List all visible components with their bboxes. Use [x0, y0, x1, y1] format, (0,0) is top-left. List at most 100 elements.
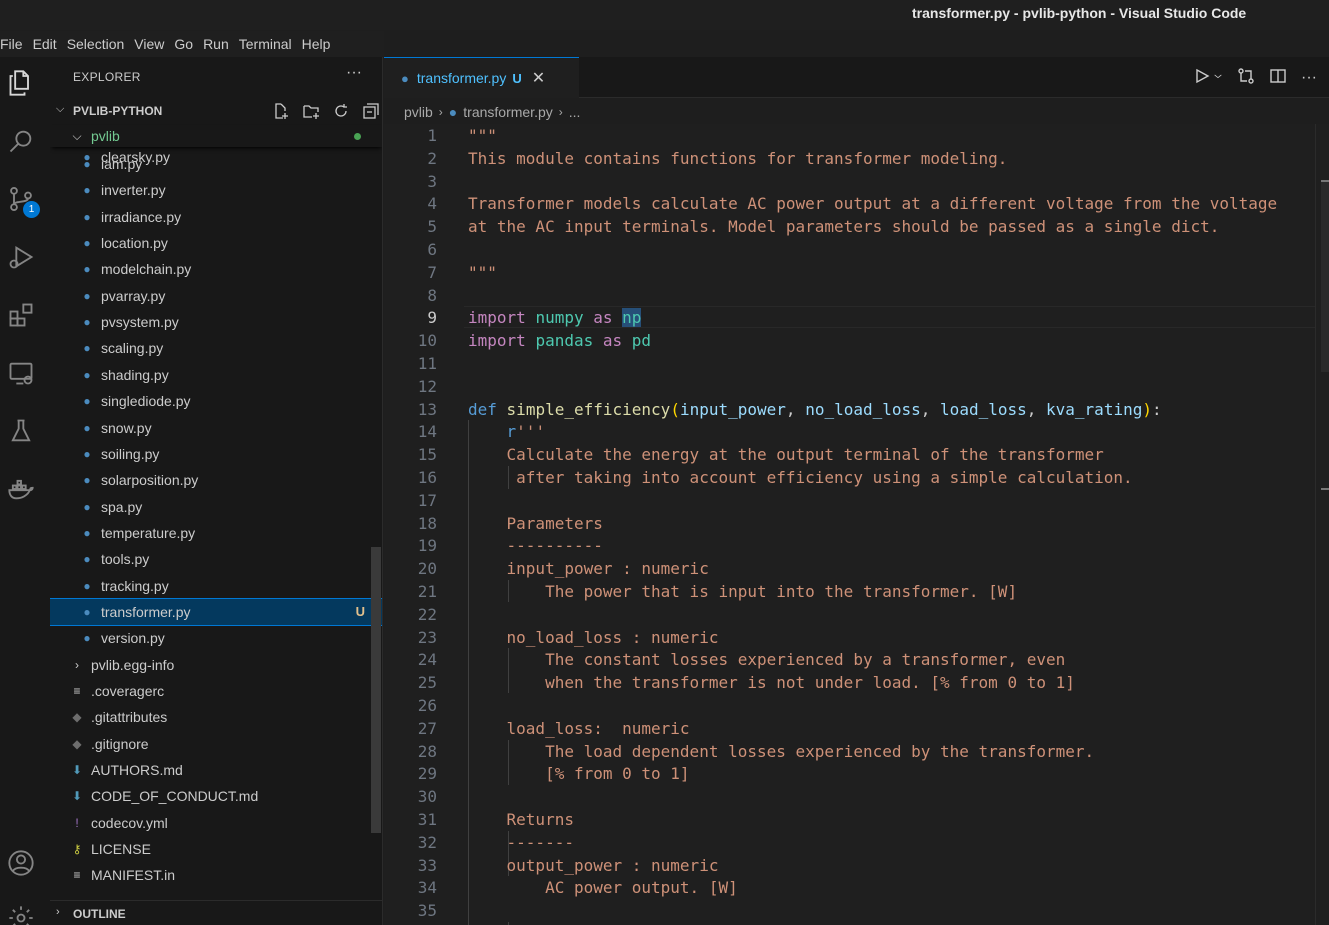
root-item-code-of-conduct-md[interactable]: ⬇ CODE_OF_CONDUCT.md	[50, 783, 382, 809]
docker-icon[interactable]	[5, 473, 37, 505]
menu-item-terminal[interactable]: Terminal	[239, 36, 292, 52]
menu-item-run[interactable]: Run	[203, 36, 229, 52]
code-line[interactable]: when the transformer is not under load. …	[468, 672, 1075, 695]
code-line[interactable]: import pandas as pd	[468, 330, 651, 353]
file-label: pvsystem.py	[101, 314, 179, 331]
menu-item-help[interactable]: Help	[302, 36, 331, 52]
code-line[interactable]: load_loss: numeric	[468, 718, 690, 741]
file-item-singlediode-py[interactable]: ● singlediode.py	[50, 388, 382, 414]
python-file-icon: ●	[83, 394, 91, 409]
file-item-location-py[interactable]: ● location.py	[50, 230, 382, 256]
root-item-authors-md[interactable]: ⬇ AUTHORS.md	[50, 757, 382, 783]
code-line[interactable]: r'''	[468, 421, 546, 444]
code-line[interactable]: no_load_loss : numeric	[468, 627, 719, 650]
root-item-license[interactable]: ⚷ LICENSE	[50, 836, 382, 862]
outline-section-header[interactable]: › OUTLINE	[50, 900, 382, 925]
code-line[interactable]: def simple_efficiency(input_power, no_lo…	[468, 399, 1162, 422]
breadcrumb-folder[interactable]: pvlib	[404, 104, 433, 120]
title-bar: transformer.py - pvlib-python - Visual S…	[0, 0, 1329, 30]
remote-explorer-icon[interactable]	[5, 357, 37, 389]
extensions-icon[interactable]	[5, 299, 37, 331]
file-item-modelchain-py[interactable]: ● modelchain.py	[50, 256, 382, 282]
file-item-transformer-py[interactable]: ● transformer.py U	[50, 597, 382, 626]
testing-icon[interactable]	[5, 415, 37, 447]
run-python-file-icon[interactable]	[1193, 67, 1211, 88]
file-label: LICENSE	[91, 841, 151, 858]
menu-item-selection[interactable]: Selection	[67, 36, 125, 52]
code-line[interactable]: -------	[468, 832, 574, 855]
project-section-header[interactable]: ⌵ PVLIB-PYTHON	[50, 102, 382, 124]
breadcrumb-symbol[interactable]: ...	[569, 104, 581, 120]
menu-item-go[interactable]: Go	[174, 36, 193, 52]
code-line[interactable]: import numpy as np	[468, 307, 642, 330]
code-line[interactable]: This module contains functions for trans…	[468, 148, 1007, 171]
code-line[interactable]: ----------	[468, 535, 603, 558]
code-line[interactable]: The constant losses experienced by a tra…	[468, 649, 1065, 672]
root-item-manifest-in[interactable]: ≡ MANIFEST.in	[50, 862, 382, 888]
line-number: 6	[427, 240, 437, 259]
root-item-gitattributes[interactable]: ◆ .gitattributes	[50, 704, 382, 730]
run-debug-icon[interactable]	[5, 241, 37, 273]
root-item-coveragerc[interactable]: ≡ .coveragerc	[50, 678, 382, 704]
file-item-tools-py[interactable]: ● tools.py	[50, 546, 382, 572]
code-line[interactable]: """	[468, 262, 497, 285]
python-file-icon: ●	[83, 367, 91, 382]
file-item-pvsystem-py[interactable]: ● pvsystem.py	[50, 309, 382, 335]
file-label: iam.py	[101, 156, 143, 172]
code-line[interactable]: input_power : numeric	[468, 558, 709, 581]
menu-item-edit[interactable]: Edit	[33, 36, 57, 52]
menu-item-file[interactable]: File	[0, 36, 23, 52]
file-item-version-py[interactable]: ● version.py	[50, 625, 382, 651]
chevron-down-icon[interactable]	[1213, 67, 1223, 88]
more-actions-icon[interactable]: ···	[346, 64, 362, 82]
file-item-spa-py[interactable]: ● spa.py	[50, 494, 382, 520]
file-item-temperature-py[interactable]: ● temperature.py	[50, 520, 382, 546]
file-item-tracking-py[interactable]: ● tracking.py	[50, 573, 382, 599]
code-line[interactable]: Returns	[468, 809, 574, 832]
more-actions-icon[interactable]: ···	[1301, 69, 1317, 87]
collapse-all-icon[interactable]	[362, 102, 380, 120]
split-editor-icon[interactable]	[1269, 67, 1287, 88]
file-item-pvarray-py[interactable]: ● pvarray.py	[50, 283, 382, 309]
code-line[interactable]: Calculate the energy at the output termi…	[468, 444, 1104, 467]
code-line[interactable]: The power that is input into the transfo…	[468, 581, 1017, 604]
menu-item-view[interactable]: View	[134, 36, 164, 52]
code-line[interactable]: Transformer models calculate AC power ou…	[468, 193, 1277, 216]
tab-transformer-py[interactable]: ● transformer.py U ✕	[384, 57, 579, 98]
new-folder-icon[interactable]	[302, 102, 320, 120]
new-file-icon[interactable]	[272, 102, 290, 120]
explorer-icon[interactable]	[5, 67, 37, 99]
git-icon: ◆	[72, 710, 82, 725]
sidebar-scrollbar[interactable]	[371, 547, 381, 833]
code-editor[interactable]: 1 """ 2 This module contains functions for …	[384, 124, 1329, 925]
code-line[interactable]: [% from 0 to 1]	[468, 763, 690, 786]
accounts-icon[interactable]	[5, 847, 37, 879]
settings-gear-icon[interactable]	[5, 902, 37, 925]
file-item-shading-py[interactable]: ● shading.py	[50, 362, 382, 388]
root-item-gitignore[interactable]: ◆ .gitignore	[50, 731, 382, 757]
code-line[interactable]: Parameters	[468, 513, 603, 536]
root-item-codecov-yml[interactable]: ! codecov.yml	[50, 810, 382, 836]
refresh-icon[interactable]	[332, 102, 350, 120]
lines-icon: ≡	[73, 868, 81, 883]
breadcrumb-file[interactable]: transformer.py	[463, 104, 552, 120]
code-line[interactable]: AC power output. [W]	[468, 877, 738, 900]
file-item-soiling-py[interactable]: ● soiling.py	[50, 441, 382, 467]
file-item-inverter-py[interactable]: ● inverter.py	[50, 177, 382, 203]
code-line[interactable]: """	[468, 125, 497, 148]
file-item-scaling-py[interactable]: ● scaling.py	[50, 335, 382, 361]
editor-scrollbar[interactable]	[1315, 124, 1329, 925]
folder-item-pvlib[interactable]: ⌵ pvlib	[50, 125, 382, 147]
root-item-pvlib-egg-info[interactable]: › pvlib.egg-info	[50, 652, 382, 678]
code-line[interactable]: at the AC input terminals. Model paramet…	[468, 216, 1219, 239]
search-icon[interactable]	[5, 125, 37, 157]
file-item-snow-py[interactable]: ● snow.py	[50, 415, 382, 441]
file-item-solarposition-py[interactable]: ● solarposition.py	[50, 467, 382, 493]
file-item-irradiance-py[interactable]: ● irradiance.py	[50, 204, 382, 230]
open-changes-icon[interactable]	[1237, 67, 1255, 88]
file-item-iam-py[interactable]: ● iam.py	[50, 151, 382, 177]
code-line[interactable]: The load dependent losses experienced by…	[468, 741, 1094, 764]
code-line[interactable]: output_power : numeric	[468, 855, 719, 878]
close-icon[interactable]: ✕	[532, 68, 545, 88]
code-line[interactable]: after taking into account efficiency usi…	[468, 467, 1133, 490]
